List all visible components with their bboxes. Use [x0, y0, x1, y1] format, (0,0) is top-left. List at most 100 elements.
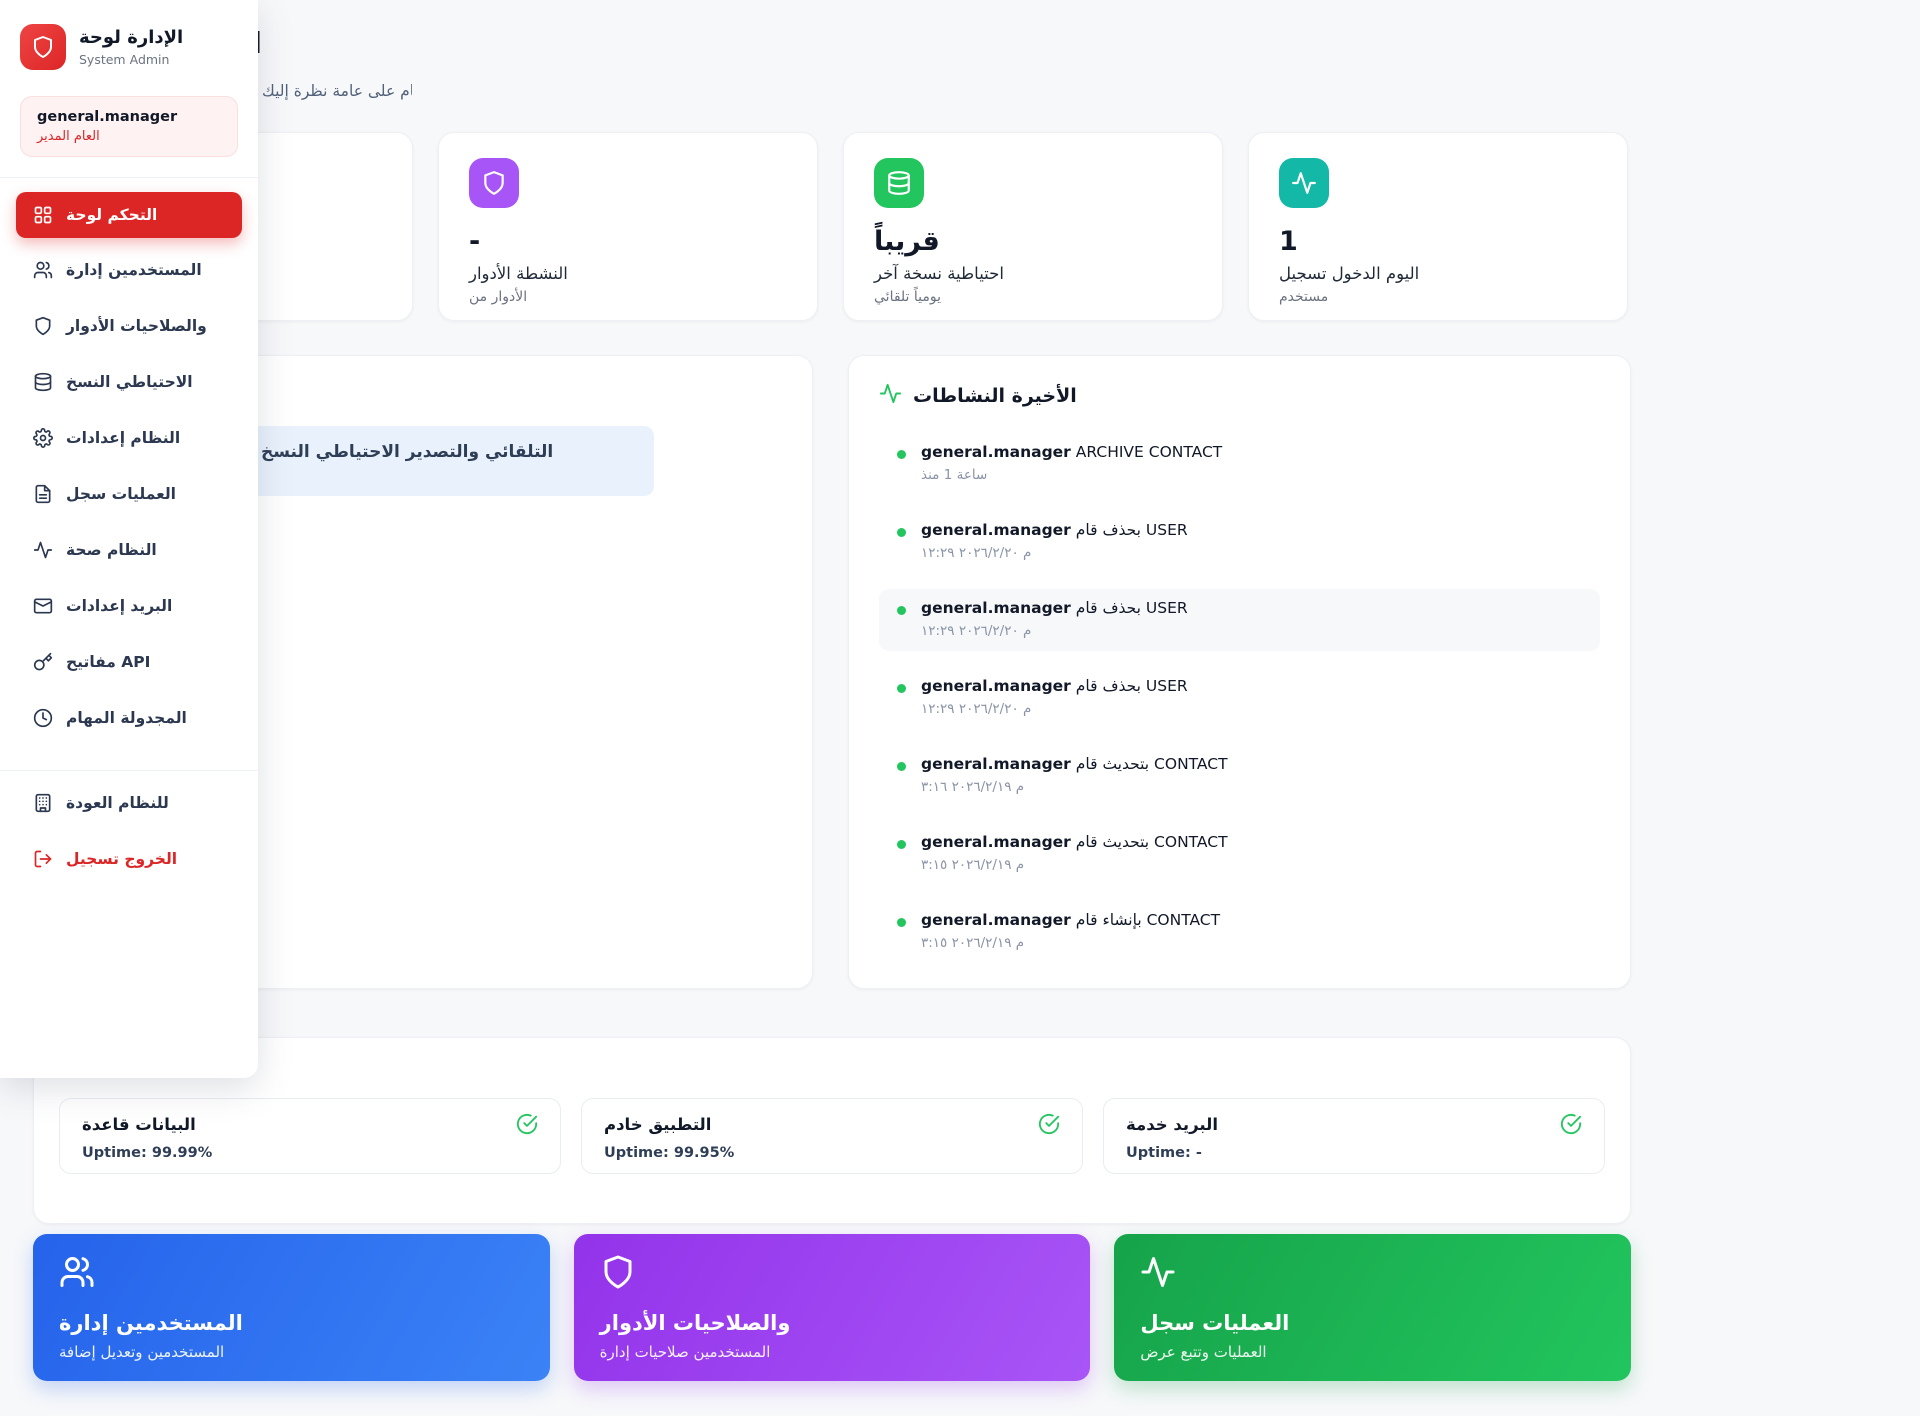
activity-time: ٣:١٦ ٢٠٢٦/٢/١٩ م	[921, 779, 1582, 795]
sidebar-item-label: الأدوار والصلاحيات	[66, 317, 207, 335]
sidebar-item-back-to-system[interactable]: العودة للنظام	[16, 783, 242, 823]
activity-user: general.manager	[921, 443, 1071, 461]
database-icon	[33, 372, 53, 392]
activity-time: ٣:١٥ ٢٠٢٦/٢/١٩ م	[921, 857, 1582, 873]
sidebar-item-label: مفاتيح API	[66, 653, 150, 671]
shield-icon	[33, 316, 53, 336]
quick-card-title: الأدوار والصلاحيات	[600, 1311, 1065, 1335]
sidebar-item-label: العودة للنظام	[66, 794, 169, 812]
status-dot-icon	[897, 606, 906, 615]
quick-card-operations-log[interactable]: سجل العمليات عرض وتتبع العمليات	[1114, 1234, 1631, 1381]
activity-row-highlighted: general.manager قام بحذف USER ١٢:٢٩ ٢٠٢٦…	[879, 589, 1600, 651]
sidebar-footer: العودة للنظام تسجيل الخروج	[0, 771, 258, 895]
activity-row: general.manager قام بحذف USER ١٢:٢٩ ٢٠٢٦…	[879, 667, 1600, 729]
quick-card-subtitle: عرض وتتبع العمليات	[1140, 1343, 1605, 1361]
services-status-panel: قاعدة البيانات Uptime: 99.99% خادم التطب…	[33, 1037, 1631, 1224]
app-subtitle: System Admin	[79, 52, 183, 67]
check-circle-icon	[1560, 1113, 1582, 1135]
activity-action: ARCHIVE CONTACT	[1076, 443, 1223, 461]
building-icon	[33, 793, 53, 813]
service-card-database: قاعدة البيانات Uptime: 99.99%	[59, 1098, 561, 1174]
stat-card-backup: قريباً آخر نسخة احتياطية تلقائي يومياً	[843, 132, 1223, 321]
service-name: قاعدة البيانات	[82, 1115, 196, 1134]
quick-card-title: إدارة المستخدمين	[59, 1311, 524, 1335]
quick-card-subtitle: إدارة صلاحيات المستخدمين	[600, 1343, 1065, 1361]
sidebar-item-label: تسجيل الخروج	[66, 850, 177, 868]
sidebar-item-label: إعدادات البريد	[66, 597, 172, 615]
sidebar-item-dashboard[interactable]: لوحة التحكم	[16, 192, 242, 238]
page-subtitle: إليك نظرة عامة على النظام	[262, 82, 412, 106]
current-user-role: المدير العام	[37, 129, 221, 144]
sidebar-nav: لوحة التحكم إدارة المستخدمين الأدوار وال…	[0, 178, 258, 754]
sidebar-item-system-settings[interactable]: إعدادات النظام	[16, 418, 242, 458]
sidebar-item-label: سجل العمليات	[66, 485, 176, 503]
activity-time: منذ 1 ساعة	[921, 467, 1582, 483]
sidebar-item-label: صحة النظام	[66, 541, 157, 559]
users-icon	[59, 1254, 524, 1290]
activity-user: general.manager	[921, 755, 1071, 773]
activity-row: general.manager قام بحذف USER ١٢:٢٩ ٢٠٢٦…	[879, 511, 1600, 573]
sidebar-item-api-keys[interactable]: مفاتيح API	[16, 642, 242, 682]
stat-sub: مستخدم	[1279, 289, 1597, 305]
sidebar-header: لوحة الإدارة System Admin	[0, 0, 258, 84]
file-text-icon	[33, 484, 53, 504]
stat-label: آخر نسخة احتياطية	[874, 264, 1192, 283]
service-name: خادم التطبيق	[604, 1115, 711, 1134]
key-icon	[33, 652, 53, 672]
database-icon	[874, 158, 924, 208]
quick-card-subtitle: إضافة وتعديل المستخدمين	[59, 1343, 524, 1361]
activity-action: قام بتحديث CONTACT	[1076, 755, 1228, 773]
sidebar-item-scheduled-tasks[interactable]: المهام المجدولة	[16, 698, 242, 738]
quick-card-user-management[interactable]: إدارة المستخدمين إضافة وتعديل المستخدمين	[33, 1234, 550, 1381]
sidebar-item-backup[interactable]: النسخ الاحتياطي	[16, 362, 242, 402]
activity-user: general.manager	[921, 599, 1071, 617]
sidebar-item-operations-log[interactable]: سجل العمليات	[16, 474, 242, 514]
shield-icon	[600, 1254, 1065, 1290]
service-uptime: Uptime: 99.95%	[604, 1145, 1060, 1161]
service-card-app-server: خادم التطبيق Uptime: 99.95%	[581, 1098, 1083, 1174]
gear-icon	[33, 428, 53, 448]
stat-card-logins: 1 تسجيل الدخول اليوم مستخدم	[1248, 132, 1628, 321]
service-name: خدمة البريد	[1126, 1115, 1218, 1134]
activity-row: general.manager قام بتحديث CONTACT ٣:١٥ …	[879, 823, 1600, 885]
activity-user: general.manager	[921, 677, 1071, 695]
quick-card-roles[interactable]: الأدوار والصلاحيات إدارة صلاحيات المستخد…	[574, 1234, 1091, 1381]
activity-action: قام بإنشاء CONTACT	[1076, 911, 1220, 929]
app-title: لوحة الإدارة	[79, 27, 183, 50]
stat-value: قريباً	[874, 226, 1192, 257]
activity-row: general.manager قام بإنشاء CONTACT ٣:١٥ …	[879, 901, 1600, 963]
layout-grid-icon	[33, 205, 53, 225]
status-dot-icon	[897, 450, 906, 459]
sidebar-item-label: لوحة التحكم	[66, 206, 157, 224]
stat-card-roles: - الأدوار النشطة من الأدوار	[438, 132, 818, 321]
service-card-mail: خدمة البريد Uptime: -	[1103, 1098, 1605, 1174]
users-icon	[33, 260, 53, 280]
status-dot-icon	[897, 528, 906, 537]
activity-pulse-icon	[1140, 1254, 1605, 1290]
sidebar-item-label: المهام المجدولة	[66, 709, 187, 727]
activity-user: general.manager	[921, 911, 1071, 929]
sidebar-item-mail-settings[interactable]: إعدادات البريد	[16, 586, 242, 626]
service-uptime: Uptime: -	[1126, 1145, 1582, 1161]
quick-actions-row: إدارة المستخدمين إضافة وتعديل المستخدمين…	[33, 1234, 1631, 1381]
shield-icon	[469, 158, 519, 208]
activity-time: ٣:١٥ ٢٠٢٦/٢/١٩ م	[921, 935, 1582, 951]
activity-time: ١٢:٢٩ ٢٠٢٦/٢/٢٠ م	[921, 545, 1582, 561]
recent-activity-panel: النشاطات الأخيرة general.manager ARCHIVE…	[848, 355, 1631, 989]
status-dot-icon	[897, 918, 906, 927]
status-dot-icon	[897, 840, 906, 849]
status-dot-icon	[897, 762, 906, 771]
sidebar-item-users[interactable]: إدارة المستخدمين	[16, 250, 242, 290]
activity-row: general.manager ARCHIVE CONTACT منذ 1 سا…	[879, 433, 1600, 495]
sidebar-item-logout[interactable]: تسجيل الخروج	[16, 839, 242, 879]
stat-label: تسجيل الدخول اليوم	[1279, 264, 1597, 283]
sidebar-item-system-health[interactable]: صحة النظام	[16, 530, 242, 570]
check-circle-icon	[1038, 1113, 1060, 1135]
stat-sub: من الأدوار	[469, 289, 787, 305]
service-uptime: Uptime: 99.99%	[82, 1145, 538, 1161]
sidebar-item-label: إعدادات النظام	[66, 429, 180, 447]
activity-action: قام بحذف USER	[1076, 521, 1188, 539]
log-out-icon	[33, 849, 53, 869]
sidebar-item-roles[interactable]: الأدوار والصلاحيات	[16, 306, 242, 346]
status-dot-icon	[897, 684, 906, 693]
